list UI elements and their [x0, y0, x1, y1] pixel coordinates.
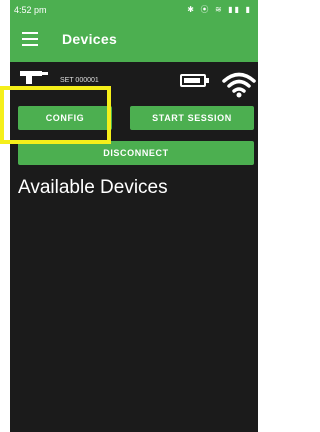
device-name: SET 000001	[60, 77, 99, 84]
status-bar: 4:52 pm ✱ ⦿ ≋ ▮▮ ▮	[10, 0, 258, 20]
hamburger-menu-icon[interactable]	[22, 32, 38, 46]
status-icons: ✱ ⦿ ≋ ▮▮ ▮	[187, 5, 252, 14]
disconnect-button[interactable]: DISCONNECT	[18, 141, 254, 165]
available-devices-heading: Available Devices	[18, 177, 168, 198]
app-screen: 4:52 pm ✱ ⦿ ≋ ▮▮ ▮ Devices SET 000001 CO…	[10, 0, 258, 432]
highlight-box	[0, 86, 111, 144]
page-title: Devices	[62, 31, 118, 47]
app-bar: Devices	[10, 20, 258, 62]
wifi-icon	[222, 72, 256, 98]
start-session-button[interactable]: START SESSION	[130, 106, 254, 130]
status-time: 4:52 pm	[14, 5, 47, 15]
battery-icon	[180, 74, 209, 87]
drill-icon	[20, 71, 48, 84]
